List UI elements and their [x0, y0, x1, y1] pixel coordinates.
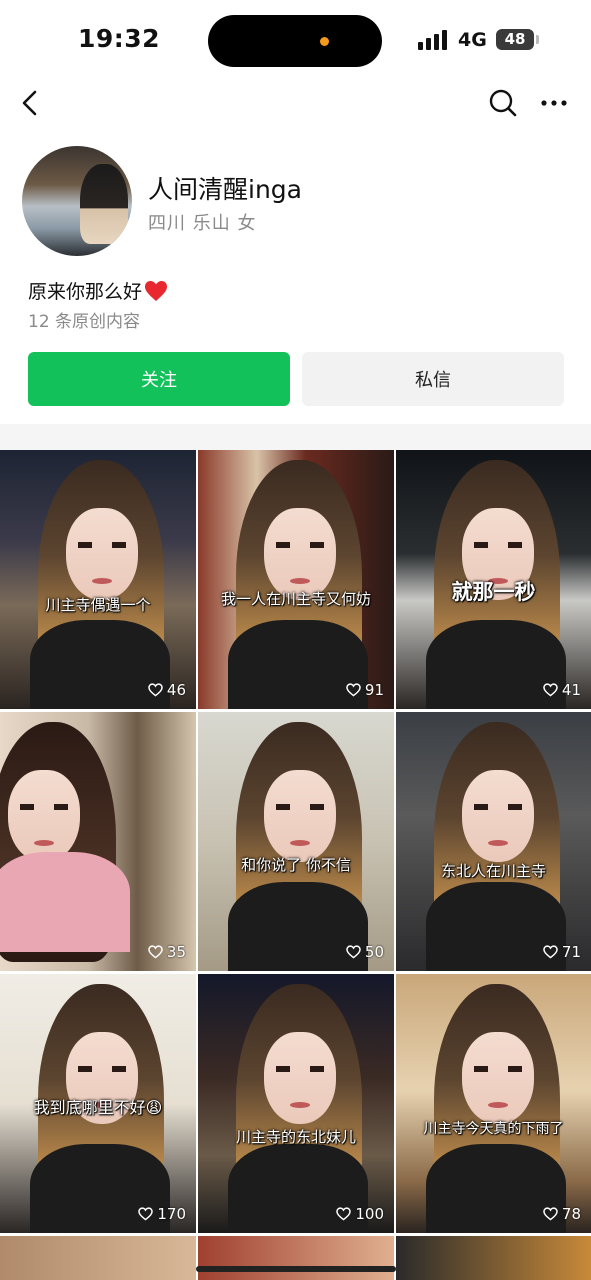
like-count-value: 71: [561, 943, 581, 961]
video-tile[interactable]: [0, 1236, 196, 1280]
like-count-value: 91: [364, 681, 384, 699]
chevron-left-icon: [22, 90, 37, 116]
video-tile[interactable]: [198, 1236, 394, 1280]
video-caption: 川主寺今天真的下雨了: [423, 1121, 564, 1137]
like-count-value: 100: [355, 1205, 384, 1223]
recording-indicator-icon: [320, 37, 329, 46]
like-count: 170: [138, 1205, 186, 1223]
video-tile[interactable]: 东北人在川主寺 71: [396, 712, 591, 971]
video-caption: 东北人在川主寺: [440, 862, 546, 880]
like-count: 78: [543, 1205, 581, 1223]
like-count: 71: [543, 943, 581, 961]
red-heart-icon: [145, 280, 168, 301]
profile-location: 四川 乐山 女: [148, 213, 257, 234]
like-count: 46: [148, 681, 186, 699]
like-count: 100: [336, 1205, 384, 1223]
like-count: 41: [543, 681, 581, 699]
video-tile[interactable]: 35: [0, 712, 196, 971]
video-tile[interactable]: 就那一秒 41: [396, 450, 591, 709]
battery-level: 48: [504, 30, 526, 48]
video-tile[interactable]: 川主寺的东北妹儿 100: [198, 974, 394, 1233]
like-count-value: 170: [157, 1205, 186, 1223]
video-caption: 我一人在川主寺又何妨: [220, 590, 371, 608]
heart-outline-icon: [148, 683, 163, 697]
like-count-value: 41: [561, 681, 581, 699]
heart-outline-icon: [346, 683, 361, 697]
dynamic-island: [208, 15, 382, 67]
heart-outline-icon: [543, 683, 558, 697]
video-tile[interactable]: [396, 1236, 591, 1280]
heart-outline-icon: [346, 945, 361, 959]
more-button[interactable]: [536, 86, 570, 120]
like-count-value: 46: [166, 681, 186, 699]
home-indicator: [196, 1266, 396, 1272]
video-caption: 川主寺偶遇一个: [45, 596, 151, 614]
back-button[interactable]: [14, 86, 48, 120]
heart-outline-icon: [336, 1207, 352, 1221]
more-dots-icon: [541, 100, 567, 106]
like-count: 50: [346, 943, 384, 961]
search-button[interactable]: [486, 86, 520, 120]
heart-outline-icon: [543, 1207, 558, 1221]
like-count-value: 50: [364, 943, 384, 961]
original-content-count: 12 条原创内容: [28, 312, 141, 332]
section-divider: [0, 424, 591, 450]
video-caption: 和你说了 你不信: [241, 856, 351, 874]
like-count-value: 78: [561, 1205, 581, 1223]
video-tile[interactable]: 川主寺今天真的下雨了 78: [396, 974, 591, 1233]
search-icon: [489, 89, 517, 117]
network-type: 4G: [458, 29, 487, 51]
video-caption: 我到底哪里不好😩: [33, 1098, 163, 1117]
video-caption: 就那一秒: [451, 580, 536, 604]
video-tile[interactable]: 我一人在川主寺又何妨 91: [198, 450, 394, 709]
avatar-figure: [80, 164, 128, 244]
heart-outline-icon: [148, 945, 163, 959]
status-bar: 19:32 4G 48: [0, 0, 591, 80]
video-tile[interactable]: 我到底哪里不好😩 170: [0, 974, 196, 1233]
video-tile[interactable]: 川主寺偶遇一个 46: [0, 450, 196, 709]
like-count: 35: [148, 943, 186, 961]
heart-outline-icon: [138, 1207, 154, 1221]
video-tile[interactable]: 和你说了 你不信 50: [198, 712, 394, 971]
bio-text: 原来你那么好: [28, 281, 143, 303]
message-button[interactable]: 私信: [302, 352, 564, 406]
like-count: 91: [346, 681, 384, 699]
battery-icon: 48: [496, 29, 534, 50]
profile-name: 人间清醒inga: [148, 175, 302, 204]
heart-outline-icon: [543, 945, 558, 959]
battery-cap: [536, 35, 539, 44]
avatar[interactable]: [22, 146, 132, 256]
status-time: 19:32: [78, 24, 161, 53]
video-caption: 川主寺的东北妹儿: [235, 1128, 356, 1146]
cellular-signal-icon: [418, 30, 448, 50]
follow-button[interactable]: 关注: [28, 352, 290, 406]
profile-bio: 原来你那么好: [28, 277, 168, 304]
like-count-value: 35: [166, 943, 186, 961]
